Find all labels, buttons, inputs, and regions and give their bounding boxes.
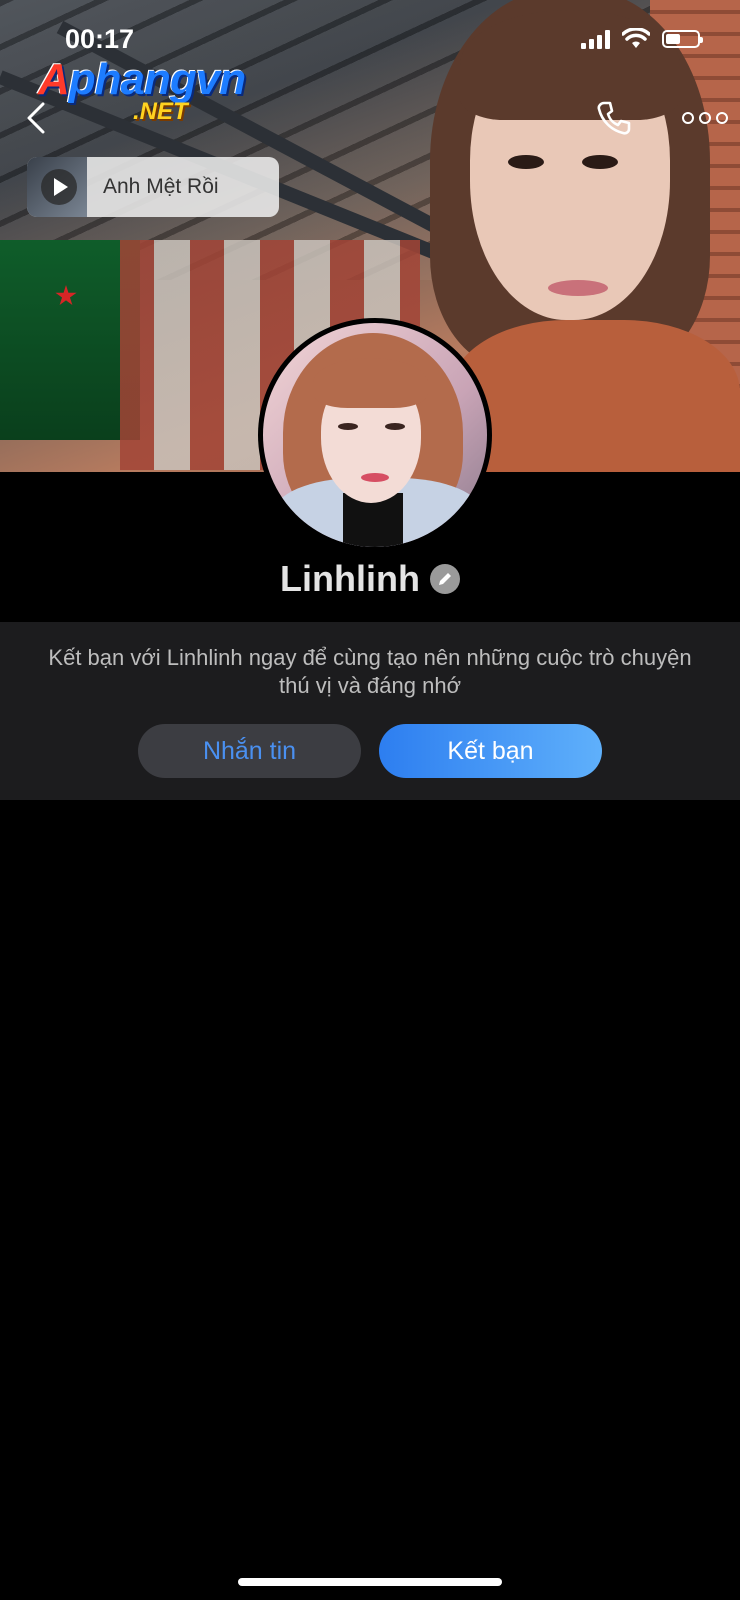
cellular-signal-icon bbox=[581, 29, 610, 49]
status-icons bbox=[581, 28, 703, 50]
profile-name-row: Linhlinh bbox=[0, 558, 740, 600]
phone-icon bbox=[597, 101, 631, 135]
add-friend-button-label: Kết bạn bbox=[447, 736, 534, 765]
edit-name-button[interactable] bbox=[429, 564, 460, 594]
more-options-button[interactable] bbox=[680, 96, 730, 140]
message-button-label: Nhắn tin bbox=[202, 736, 297, 765]
status-time: 00:17 bbox=[65, 24, 135, 54]
cover-sign bbox=[0, 240, 140, 440]
message-button[interactable]: Nhắn tin bbox=[138, 724, 361, 778]
add-friend-panel: Kết bạn với Linhlinh ngay để cùng tạo nê… bbox=[0, 622, 740, 800]
battery-icon bbox=[662, 30, 703, 48]
home-indicator[interactable] bbox=[238, 1578, 502, 1586]
pencil-icon bbox=[438, 573, 451, 585]
add-friend-prompt: Kết bạn với Linhlinh ngay để cùng tạo nê… bbox=[48, 645, 692, 698]
profile-name: Linhlinh bbox=[280, 558, 420, 599]
watermark-logo-suffix: .NET bbox=[133, 98, 188, 125]
play-icon bbox=[54, 178, 68, 196]
play-button[interactable] bbox=[41, 169, 77, 205]
more-dots-icon bbox=[682, 112, 728, 124]
music-title: Anh Mệt Rồi bbox=[103, 175, 219, 198]
music-thumbnail bbox=[27, 157, 87, 217]
wifi-icon bbox=[622, 28, 650, 48]
chevron-left-icon bbox=[27, 102, 45, 134]
back-button[interactable] bbox=[14, 96, 58, 140]
profile-avatar[interactable] bbox=[258, 318, 492, 552]
profile-music-pill[interactable]: Anh Mệt Rồi bbox=[27, 157, 279, 217]
add-friend-button[interactable]: Kết bạn bbox=[379, 724, 602, 778]
call-button[interactable] bbox=[592, 96, 636, 140]
